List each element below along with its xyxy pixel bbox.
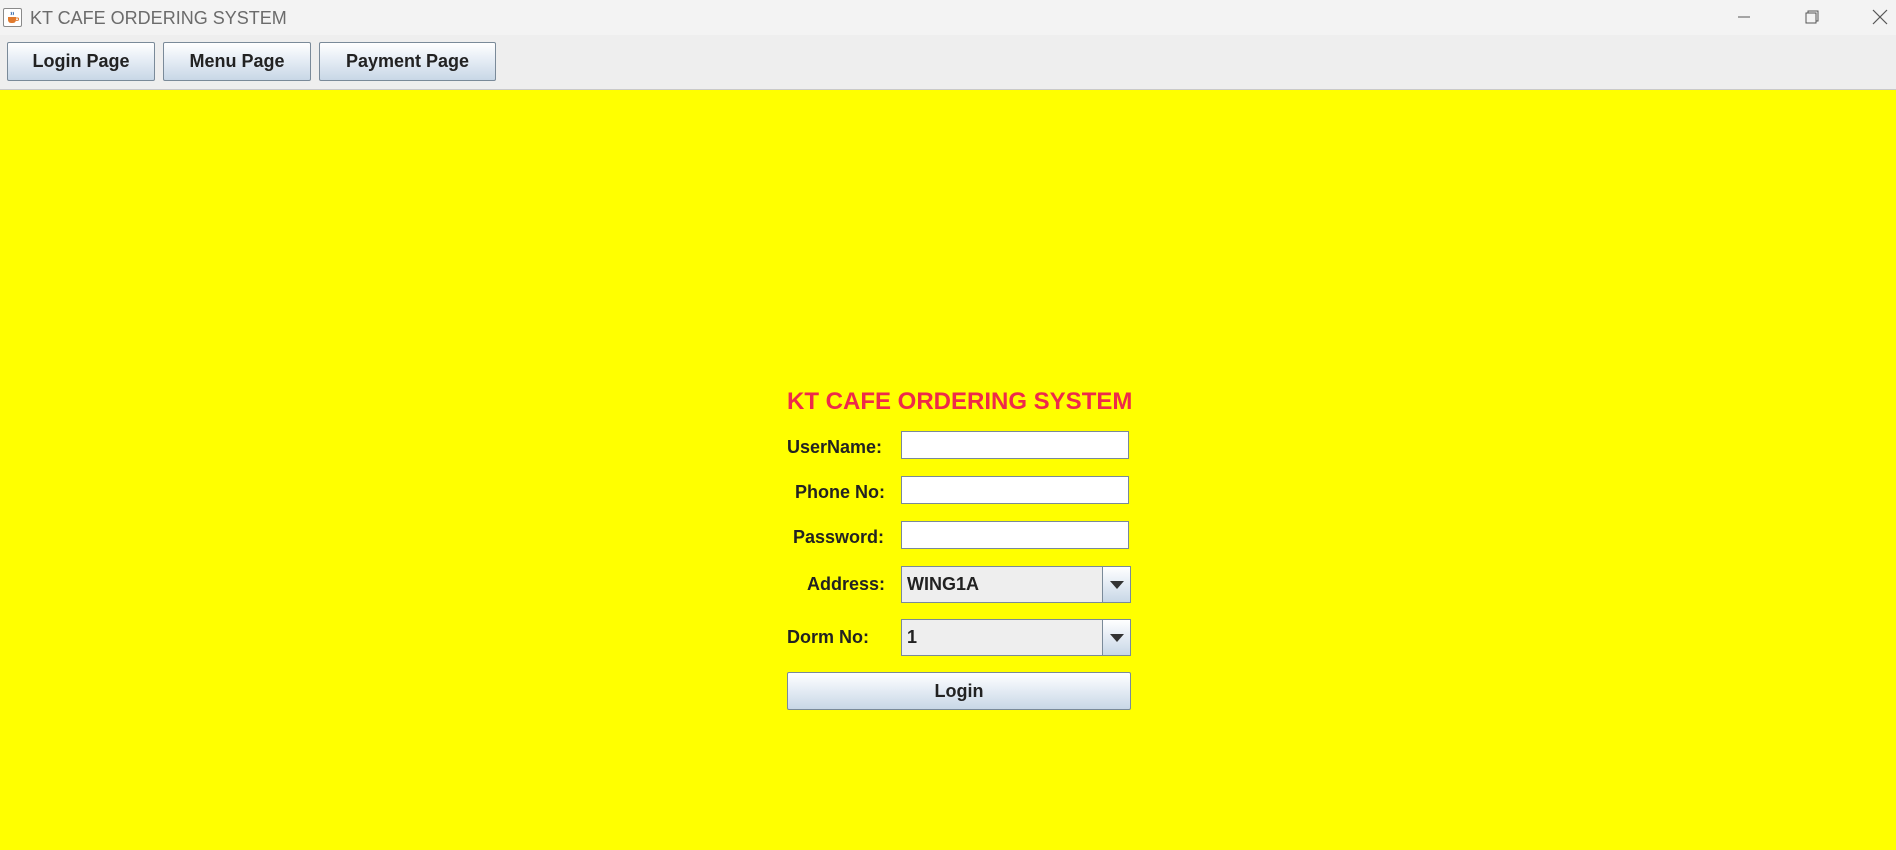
- payment-page-button[interactable]: Payment Page: [319, 42, 496, 81]
- navigation-toolbar: Login Page Menu Page Payment Page: [0, 35, 1896, 90]
- dorm-selected-value: 1: [907, 627, 918, 647]
- login-page-button[interactable]: Login Page: [7, 42, 155, 81]
- chevron-down-icon: [1110, 634, 1124, 642]
- minimize-icon: [1738, 16, 1750, 18]
- minimize-button[interactable]: [1714, 0, 1774, 35]
- password-label: Password:: [793, 527, 885, 547]
- window-title: KT CAFE ORDERING SYSTEM: [30, 8, 287, 28]
- restore-icon: [1805, 10, 1819, 24]
- login-button[interactable]: Login: [787, 672, 1131, 710]
- dorm-label: Dorm No:: [787, 627, 869, 647]
- form-title: KT CAFE ORDERING SYSTEM: [787, 388, 1133, 415]
- address-dropdown[interactable]: WING1A: [901, 566, 1131, 603]
- address-dropdown-arrow[interactable]: [1102, 567, 1130, 602]
- username-label: UserName:: [787, 437, 883, 457]
- close-icon: [1872, 9, 1888, 25]
- chevron-down-icon: [1110, 581, 1124, 589]
- window-title-bar: KT CAFE ORDERING SYSTEM: [0, 0, 1896, 35]
- close-button[interactable]: [1850, 0, 1896, 35]
- restore-button[interactable]: [1782, 0, 1842, 35]
- menu-page-button[interactable]: Menu Page: [163, 42, 311, 81]
- dorm-dropdown-arrow[interactable]: [1102, 620, 1130, 655]
- phone-label: Phone No:: [795, 482, 885, 502]
- dorm-dropdown[interactable]: 1: [901, 619, 1131, 656]
- login-panel: KT CAFE ORDERING SYSTEM UserName: Phone …: [0, 90, 1896, 850]
- phone-input[interactable]: [901, 476, 1129, 504]
- username-input[interactable]: [901, 431, 1129, 459]
- password-input[interactable]: [901, 521, 1129, 549]
- address-selected-value: WING1A: [907, 574, 979, 594]
- address-label: Address:: [807, 574, 886, 594]
- java-coffee-icon: [3, 8, 22, 27]
